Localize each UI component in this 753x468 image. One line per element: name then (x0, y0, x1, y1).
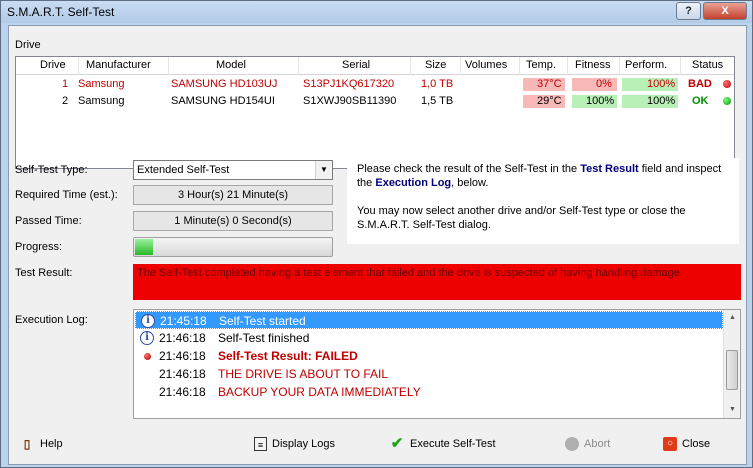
info-icon: i (141, 314, 155, 328)
drive-size: 1,0 TB (421, 78, 454, 90)
col-model[interactable]: Model (216, 59, 246, 71)
drive-status: BAD (688, 78, 712, 90)
col-status[interactable]: Status (692, 59, 723, 71)
required-time-field: 3 Hour(s) 21 Minute(s) (133, 185, 333, 205)
chevron-down-icon[interactable]: ▼ (315, 161, 332, 179)
abort-icon (565, 437, 579, 452)
drive-serial: S1XWJ90SB11390 (303, 95, 397, 107)
log-entry[interactable]: i 21:45:18 Self-Test started (135, 311, 723, 329)
help-titlebar-button[interactable]: ? (676, 2, 701, 20)
drive-temp: 29°C (537, 95, 562, 107)
close-button-label: Close (682, 438, 711, 450)
test-result-label: Test Result: (15, 267, 73, 279)
abort-button-label: Abort (584, 438, 611, 450)
self-test-type-value: Extended Self-Test (137, 164, 230, 176)
checkmark-icon: ✔ (390, 435, 404, 453)
log-entry[interactable]: i 21:46:18 Self-Test finished (135, 329, 723, 347)
help-button[interactable]: ▯ Help (19, 434, 63, 454)
log-entry[interactable]: 21:46:18 THE DRIVE IS ABOUT TO FAIL (135, 365, 723, 383)
status-ok-icon (723, 97, 731, 105)
log-time: 21:45:18 (160, 314, 207, 328)
self-test-type-label: Self-Test Type: (15, 164, 88, 176)
log-time: 21:46:18 (159, 331, 206, 345)
drive-performance: 100% (647, 78, 676, 90)
log-document-icon: ≡ (254, 437, 267, 452)
help-button-label: Help (40, 438, 63, 450)
info-icon: i (140, 331, 154, 345)
log-scrollbar[interactable]: ▲ ▼ (723, 310, 740, 418)
book-icon: ▯ (23, 437, 31, 452)
col-performance[interactable]: Perform. (625, 59, 667, 71)
drive-status: OK (692, 95, 709, 107)
self-test-type-select[interactable]: Extended Self-Test ▼ (133, 160, 333, 180)
drive-manufacturer: Samsung (78, 78, 125, 90)
execute-self-test-label: Execute Self-Test (410, 438, 496, 450)
scroll-thumb[interactable] (726, 350, 738, 390)
instructions-paragraph-2: You may now select another drive and/or … (357, 205, 686, 231)
drive-model: SAMSUNG HD103UJ (171, 78, 278, 90)
execution-log-label: Execution Log: (15, 314, 88, 326)
log-time: 21:46:18 (159, 367, 206, 381)
drive-list-header: Drive Manufacturer Model Serial Size Vol… (16, 57, 734, 75)
dialog-client-area: Drive Drive Manufacturer Model Serial Si… (8, 25, 747, 465)
smart-selftest-window: S.M.A.R.T. Self-Test ? X Drive Drive Man… (0, 0, 753, 468)
scroll-down-icon[interactable]: ▼ (725, 402, 740, 417)
required-time-label: Required Time (est.): (15, 189, 118, 201)
drive-size: 1,5 TB (421, 95, 454, 107)
close-button[interactable]: ○ Close (663, 434, 710, 454)
test-result-field: The Self-Test completed having a test el… (133, 264, 741, 300)
log-time: 21:46:18 (159, 385, 206, 399)
display-logs-label: Display Logs (272, 438, 335, 450)
passed-time-field: 1 Minute(s) 0 Second(s) (133, 211, 333, 231)
drive-section-label: Drive (15, 39, 41, 51)
col-serial[interactable]: Serial (342, 59, 370, 71)
instructions-paragraph-1: Please check the result of the Self-Test… (357, 163, 722, 189)
col-manufacturer[interactable]: Manufacturer (86, 59, 151, 71)
log-time: 21:46:18 (159, 349, 206, 363)
table-row[interactable]: 2 Samsung SAMSUNG HD154UI S1XWJ90SB11390… (16, 94, 734, 109)
progress-fill (135, 239, 153, 255)
drive-performance: 100% (647, 95, 676, 107)
log-message: Self-Test Result: FAILED (218, 349, 358, 363)
log-message: Self-Test started (219, 314, 306, 328)
abort-button[interactable]: Abort (565, 434, 610, 454)
drive-number: 2 (62, 95, 69, 107)
drive-number: 1 (62, 78, 69, 90)
status-bad-icon (723, 80, 731, 88)
execution-log-list[interactable]: i 21:45:18 Self-Test started i 21:46:18 … (133, 309, 741, 419)
drive-temp: 37°C (537, 78, 562, 90)
table-row[interactable]: 1 Samsung SAMSUNG HD103UJ S13PJ1KQ617320… (16, 77, 734, 92)
drive-manufacturer: Samsung (78, 95, 125, 107)
col-size[interactable]: Size (425, 59, 446, 71)
drive-list[interactable]: Drive Manufacturer Model Serial Size Vol… (15, 56, 735, 169)
execute-self-test-button[interactable]: ✔ Execute Self-Test (389, 434, 496, 454)
log-message: THE DRIVE IS ABOUT TO FAIL (218, 367, 389, 381)
display-logs-button[interactable]: ≡ Display Logs (254, 434, 335, 454)
progress-bar (133, 237, 333, 257)
log-message: BACKUP YOUR DATA IMMEDIATELY (218, 385, 421, 399)
col-volumes[interactable]: Volumes (465, 59, 507, 71)
drive-fitness: 0% (596, 78, 612, 90)
scroll-up-icon[interactable]: ▲ (725, 310, 740, 325)
drive-serial: S13PJ1KQ617320 (303, 78, 395, 90)
log-entry[interactable]: 21:46:18 Self-Test Result: FAILED (135, 347, 723, 365)
title-bar[interactable]: S.M.A.R.T. Self-Test ? X (1, 1, 752, 23)
col-drive[interactable]: Drive (40, 59, 66, 71)
col-temp[interactable]: Temp. (526, 59, 556, 71)
col-fitness[interactable]: Fitness (575, 59, 610, 71)
log-message: Self-Test finished (218, 331, 310, 345)
log-entry[interactable]: 21:46:18 BACKUP YOUR DATA IMMEDIATELY (135, 383, 723, 401)
instructions-panel: Please check the result of the Self-Test… (347, 158, 739, 244)
progress-label: Progress: (15, 241, 63, 253)
window-title: S.M.A.R.T. Self-Test (7, 5, 115, 19)
power-icon: ○ (663, 437, 677, 452)
drive-model: SAMSUNG HD154UI (171, 95, 275, 107)
passed-time-label: Passed Time: (15, 215, 82, 227)
drive-fitness: 100% (586, 95, 615, 107)
close-titlebar-button[interactable]: X (703, 2, 747, 20)
red-dot-icon (144, 353, 151, 360)
